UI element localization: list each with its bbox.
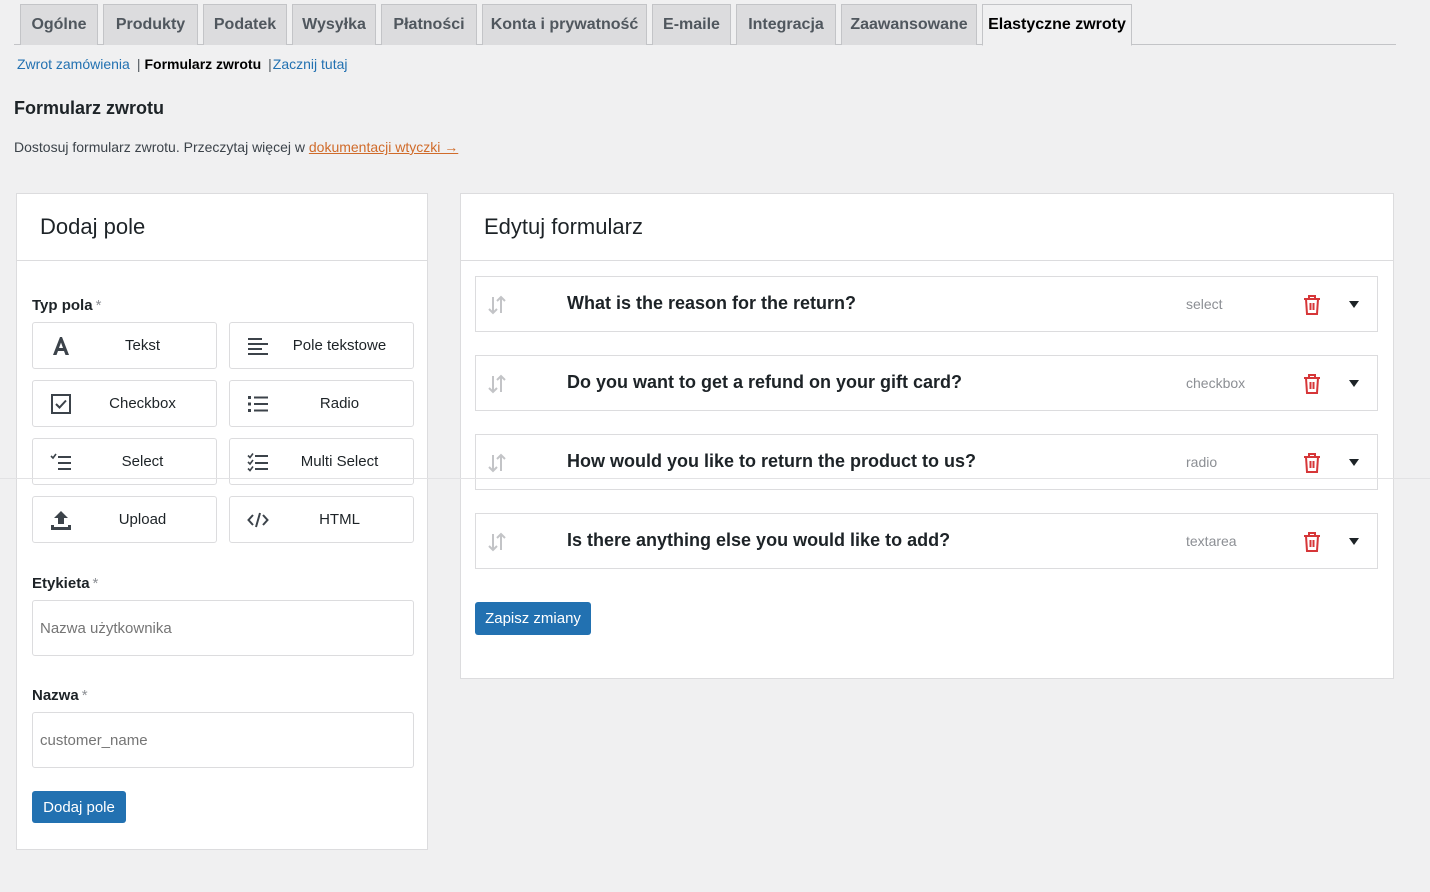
- panel-title: Edytuj formularz: [461, 194, 1393, 261]
- add-field-panel: Dodaj pole Typ pola * Tekst Pole tekstowe…: [16, 193, 428, 850]
- form-field-row: What is the reason for the return? selec…: [475, 276, 1378, 332]
- label-field-label: Etykieta *: [32, 575, 99, 592]
- checkbox-icon: [49, 392, 73, 416]
- field-type: textarea: [1186, 533, 1237, 549]
- add-field-button[interactable]: Dodaj pole: [32, 791, 126, 823]
- tab-integracja[interactable]: Integracja: [736, 4, 836, 45]
- type-checkbox-button[interactable]: Checkbox: [32, 380, 217, 427]
- field-question: How would you like to return the product…: [567, 451, 976, 471]
- tab-zaawansowane[interactable]: Zaawansowane: [841, 4, 977, 45]
- tab-elastyczne-zwroty[interactable]: Elastyczne zwroty: [982, 4, 1132, 46]
- text-icon: [49, 334, 73, 358]
- drag-handle-icon[interactable]: [486, 373, 508, 395]
- subnav: Zwrot zamówienia | Formularz zwrotu | Za…: [17, 55, 347, 73]
- type-radio-button[interactable]: Radio: [229, 380, 414, 427]
- chevron-down-icon[interactable]: [1347, 534, 1361, 548]
- tab-platnosci[interactable]: Płatności: [381, 4, 477, 45]
- type-html-button[interactable]: HTML: [229, 496, 414, 543]
- tab-emaile[interactable]: E-maile: [652, 4, 731, 45]
- chevron-down-icon[interactable]: [1347, 455, 1361, 469]
- page-title: Formularz zwrotu: [14, 98, 165, 118]
- field-type-label: Typ pola *: [32, 297, 102, 314]
- name-input[interactable]: [32, 712, 414, 768]
- trash-icon[interactable]: [1302, 531, 1322, 553]
- type-textarea-button[interactable]: Pole tekstowe: [229, 322, 414, 369]
- chevron-down-icon[interactable]: [1347, 297, 1361, 311]
- divider: [0, 478, 1430, 479]
- subnav-zwrot-zamowienia[interactable]: Zwrot zamówienia: [17, 56, 130, 72]
- subnav-separator: |: [268, 56, 272, 72]
- settings-tabs: Ogólne Produkty Podatek Wysyłka Płatnośc…: [14, 0, 1396, 46]
- textarea-icon: [246, 334, 270, 358]
- name-field-label: Nazwa *: [32, 687, 88, 704]
- drag-handle-icon[interactable]: [486, 531, 508, 553]
- code-icon: [246, 508, 270, 532]
- tab-produkty[interactable]: Produkty: [103, 4, 198, 45]
- page-description: Dostosuj formularz zwrotu. Przeczytaj wi…: [14, 139, 459, 155]
- drag-handle-icon[interactable]: [486, 452, 508, 474]
- subnav-formularz-zwrotu: Formularz zwrotu: [144, 56, 262, 72]
- list-icon: [246, 392, 270, 416]
- label-input[interactable]: [32, 600, 414, 656]
- documentation-link[interactable]: dokumentacji wtyczki →: [309, 139, 458, 155]
- form-field-row: Is there anything else you would like to…: [475, 513, 1378, 569]
- field-type: select: [1186, 296, 1223, 312]
- field-question: Is there anything else you would like to…: [567, 530, 951, 550]
- field-question: What is the reason for the return?: [567, 293, 857, 313]
- subnav-zacznij-tutaj[interactable]: Zacznij tutaj: [273, 56, 348, 72]
- subnav-separator: |: [136, 56, 141, 72]
- tab-podatek[interactable]: Podatek: [203, 4, 287, 45]
- upload-icon: [49, 508, 73, 532]
- field-question: Do you want to get a refund on your gift…: [567, 372, 962, 392]
- drag-handle-icon[interactable]: [486, 294, 508, 316]
- multiselect-icon: [246, 450, 270, 474]
- tab-ogolne[interactable]: Ogólne: [20, 4, 98, 45]
- field-type: checkbox: [1186, 375, 1246, 391]
- field-type: radio: [1186, 454, 1218, 470]
- tab-wysylka[interactable]: Wysyłka: [292, 4, 376, 45]
- form-field-row: How would you like to return the product…: [475, 434, 1378, 490]
- save-changes-button[interactable]: Zapisz zmiany: [475, 602, 591, 635]
- panel-title: Dodaj pole: [17, 194, 427, 261]
- type-upload-button[interactable]: Upload: [32, 496, 217, 543]
- trash-icon[interactable]: [1302, 452, 1322, 474]
- form-field-row: Do you want to get a refund on your gift…: [475, 355, 1378, 411]
- tab-konta[interactable]: Konta i prywatność: [482, 4, 647, 45]
- edit-form-panel: Edytuj formularz What is the reason for …: [460, 193, 1394, 679]
- chevron-down-icon[interactable]: [1347, 376, 1361, 390]
- trash-icon[interactable]: [1302, 294, 1322, 316]
- type-text-button[interactable]: Tekst: [32, 322, 217, 369]
- select-icon: [49, 450, 73, 474]
- trash-icon[interactable]: [1302, 373, 1322, 395]
